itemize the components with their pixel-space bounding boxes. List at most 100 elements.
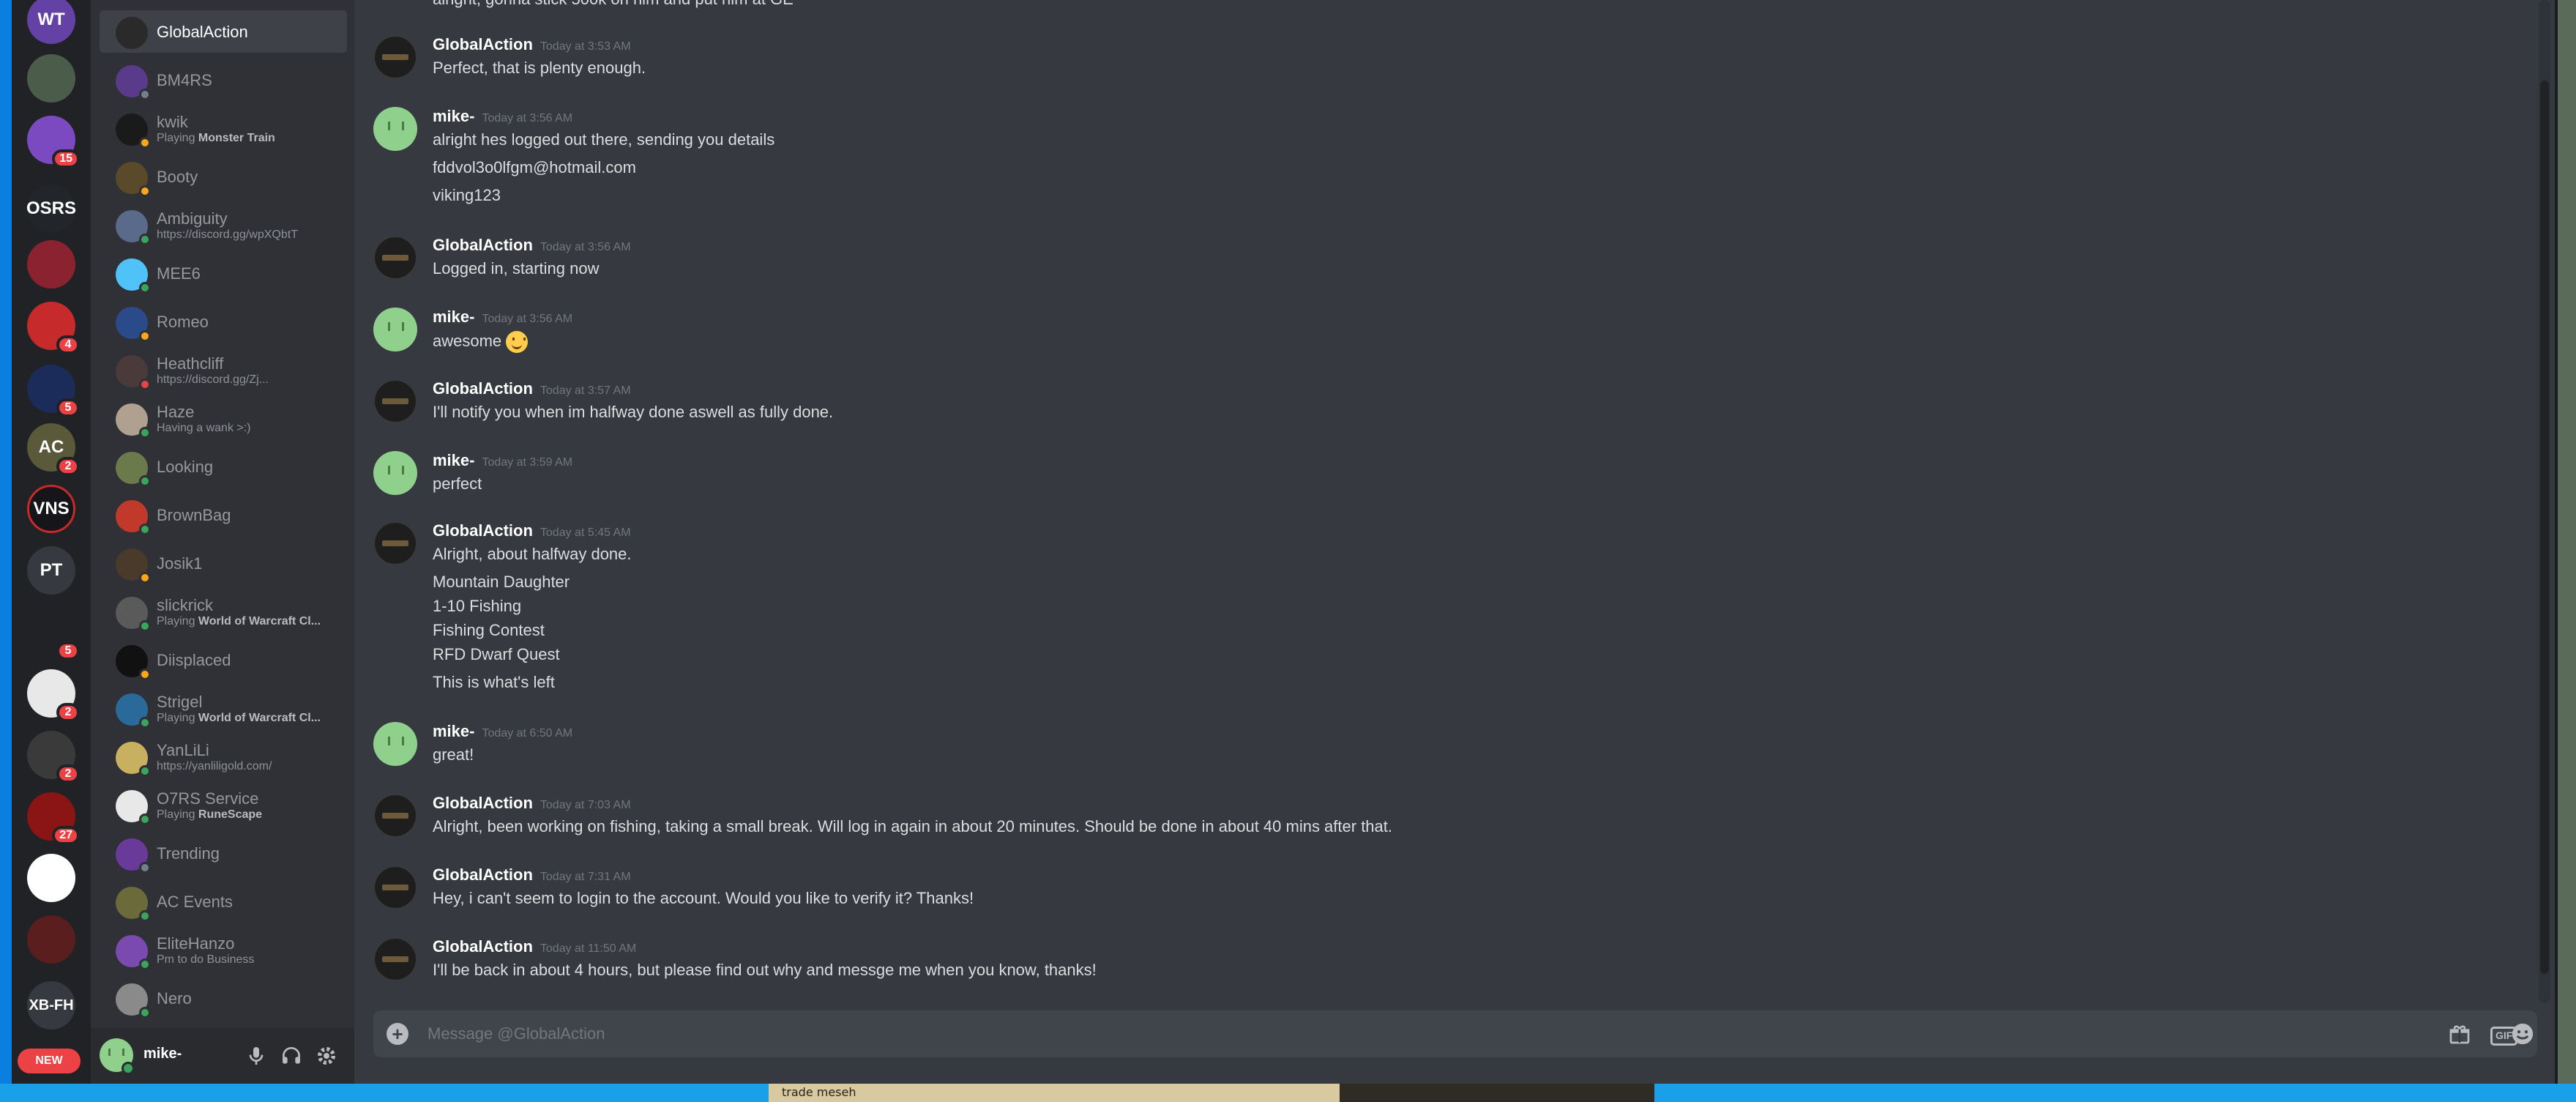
dm-item[interactable]: Diisplaced — [100, 639, 347, 681]
dm-item[interactable]: Ambiguity https://discord.gg/wpXQbtT — [100, 204, 347, 246]
message-text-content: Logged in, starting now — [433, 259, 600, 278]
dm-item[interactable]: Strigel Playing World of Warcraft Cl... — [100, 687, 347, 729]
dm-item[interactable]: Trending — [100, 832, 347, 874]
unread-badge: 5 — [56, 641, 80, 660]
server-icon-11[interactable]: 2 — [27, 669, 80, 722]
server-icon-6[interactable]: 5 — [27, 365, 80, 417]
scrollbar-thumb[interactable] — [2540, 81, 2549, 974]
server-icon-4[interactable] — [27, 240, 75, 288]
server-icon-12[interactable]: 2 — [27, 731, 80, 783]
dm-item[interactable]: EliteHanzo Pm to do Business — [100, 928, 347, 971]
dm-item[interactable]: MEE6 — [100, 252, 347, 294]
dm-item[interactable]: Romeo — [100, 300, 347, 343]
status-indicator — [139, 282, 151, 294]
message-input[interactable] — [428, 1018, 2331, 1050]
message-author[interactable]: mike- — [433, 308, 474, 326]
dm-activity: Having a wank >:) — [157, 422, 251, 434]
status-indicator — [139, 1007, 151, 1019]
message-avatar[interactable] — [373, 722, 417, 766]
message-avatar[interactable] — [373, 521, 417, 565]
server-icon-label — [27, 54, 75, 103]
activity-game: RuneScape — [198, 808, 263, 821]
dm-name: Romeo — [157, 313, 209, 331]
message-avatar[interactable] — [373, 107, 417, 151]
dm-name: Diisplaced — [157, 651, 231, 669]
server-icon-1[interactable] — [27, 54, 75, 103]
message-text: viking123 — [433, 186, 501, 205]
dm-item[interactable]: YanLiLi https://yanliligold.com/ — [100, 735, 347, 778]
status-indicator — [139, 910, 151, 922]
dm-item[interactable]: Booty — [100, 155, 347, 198]
message-timestamp: Today at 3:57 AM — [540, 384, 631, 397]
message-avatar[interactable] — [373, 379, 417, 423]
message-avatar[interactable] — [373, 236, 417, 280]
message-text: 1-10 Fishing — [433, 597, 521, 616]
message-text-content: 1-10 Fishing — [433, 597, 522, 615]
dm-item[interactable]: GlobalAction — [100, 10, 347, 53]
dm-item[interactable]: BM4RS — [100, 59, 347, 101]
dm-item[interactable]: BrownBag — [100, 494, 347, 536]
message-avatar[interactable] — [373, 451, 417, 495]
dm-item[interactable]: Looking — [100, 445, 347, 488]
attach-plus-icon[interactable]: + — [387, 1023, 408, 1045]
emoji-picker-icon[interactable] — [2508, 1021, 2537, 1047]
message-author[interactable]: GlobalAction — [433, 794, 533, 812]
message-avatar[interactable] — [373, 865, 417, 909]
message-author[interactable]: mike- — [433, 451, 474, 469]
dm-activity: Playing World of Warcraft Cl... — [157, 712, 346, 725]
message-text-content: great! — [433, 745, 474, 764]
dm-item[interactable]: slickrick Playing World of Warcraft Cl... — [100, 590, 347, 633]
activity-prefix: Playing — [157, 712, 198, 724]
message-text: RFD Dwarf Quest — [433, 645, 560, 664]
chat-scrollbar[interactable] — [2539, 0, 2550, 1003]
status-indicator — [139, 620, 151, 632]
server-icon-3[interactable]: OSRS — [26, 185, 76, 233]
message-text: Alright, about halfway done. — [433, 545, 632, 564]
message-avatar[interactable] — [373, 308, 417, 351]
dm-item[interactable]: O7RS Service Playing RuneScape — [100, 783, 347, 826]
message-avatar[interactable] — [373, 937, 417, 981]
message-author[interactable]: mike- — [433, 722, 474, 740]
dm-item[interactable]: Heathcliff https://discord.gg/Zj... — [100, 349, 347, 391]
message-avatar[interactable] — [373, 35, 417, 79]
server-icon-16[interactable]: XB-FH — [27, 981, 75, 1030]
message-avatar[interactable] — [373, 794, 417, 838]
server-icon-label: VNS — [27, 485, 75, 533]
message-header: GlobalAction Today at 5:45 AM — [433, 521, 631, 540]
server-icon-2[interactable]: 15 — [27, 116, 80, 168]
dm-item[interactable]: Josik1 — [100, 542, 347, 584]
server-icon-7[interactable]: AC 2 — [27, 423, 80, 476]
message-author[interactable]: GlobalAction — [433, 35, 533, 53]
settings-gear-icon[interactable] — [315, 1044, 338, 1068]
server-icon-5[interactable]: 4 — [27, 302, 80, 354]
server-icon-8[interactable]: VNS — [27, 485, 75, 533]
message-author[interactable]: mike- — [433, 107, 474, 125]
server-icon-13[interactable]: 27 — [27, 792, 80, 845]
server-icon-15[interactable] — [27, 915, 75, 964]
dm-name: AC Events — [157, 893, 233, 911]
message-text-partial: alright, gonna stick 500k on him and put… — [433, 0, 794, 9]
dm-name: Haze — [157, 403, 195, 421]
gift-icon[interactable] — [2448, 1021, 2471, 1047]
microphone-icon[interactable] — [244, 1044, 268, 1068]
message-author[interactable]: GlobalAction — [433, 865, 533, 884]
dm-item[interactable]: Haze Having a wank >:) — [100, 397, 347, 439]
status-indicator — [139, 185, 151, 197]
message-author[interactable]: GlobalAction — [433, 236, 533, 254]
server-icon-10[interactable]: 5 — [27, 608, 80, 660]
message-author[interactable]: GlobalAction — [433, 937, 533, 956]
message-author[interactable]: GlobalAction — [433, 379, 533, 398]
status-indicator — [139, 475, 151, 487]
dm-item[interactable]: Nero — [100, 977, 347, 1019]
server-icon-14[interactable] — [27, 854, 75, 902]
server-icon-9[interactable]: PT — [27, 546, 75, 595]
chat-area: alright, gonna stick 500k on him and put… — [354, 0, 2555, 1084]
new-badge[interactable]: NEW — [18, 1049, 81, 1073]
server-icon-0[interactable]: WT — [27, 0, 75, 44]
dm-item[interactable]: kwik Playing Monster Train — [100, 107, 347, 149]
message-author[interactable]: GlobalAction — [433, 521, 533, 540]
status-indicator — [139, 524, 151, 535]
dm-item[interactable]: AC Events — [100, 880, 347, 923]
message-text-content: I'll be back in about 4 hours, but pleas… — [433, 961, 1097, 979]
headphones-icon[interactable] — [280, 1044, 303, 1068]
